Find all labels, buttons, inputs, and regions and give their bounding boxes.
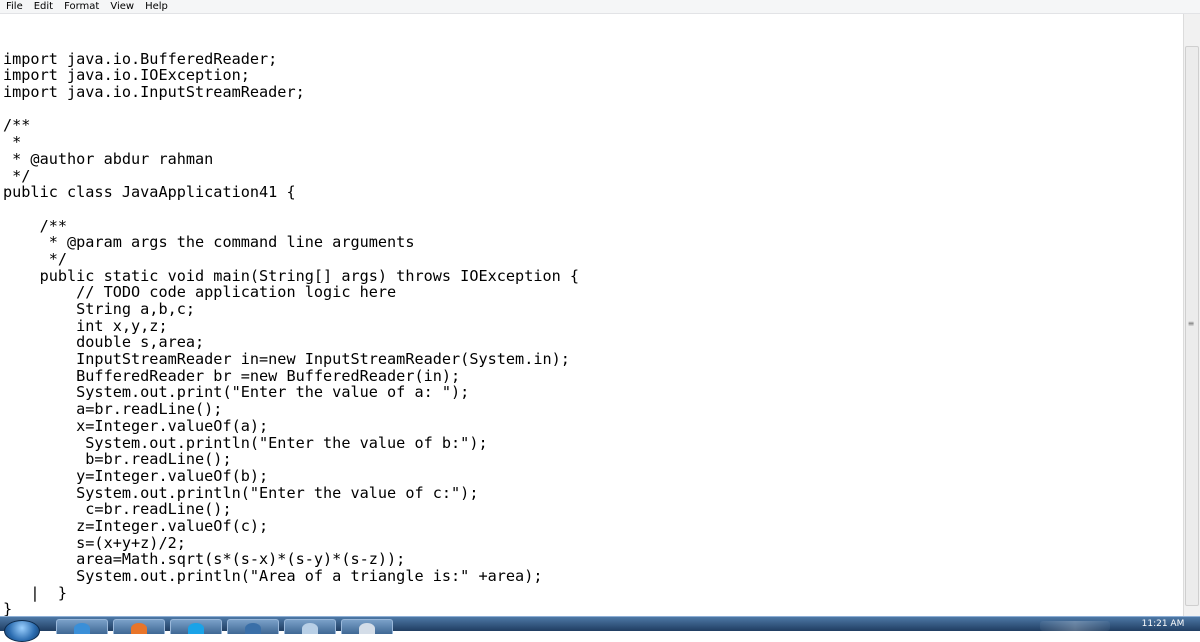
menu-edit[interactable]: Edit xyxy=(28,0,58,13)
code-line: b=br.readLine(); xyxy=(3,450,232,469)
taskbar-button[interactable] xyxy=(113,619,165,634)
start-button[interactable] xyxy=(4,620,40,642)
taskbar-button[interactable] xyxy=(56,619,108,634)
netbeans-icon xyxy=(245,623,261,634)
code-line: */ xyxy=(3,249,68,268)
code-line: * @author abdur rahman xyxy=(3,149,214,168)
menu-view[interactable]: View xyxy=(104,0,139,13)
code-line: } xyxy=(3,600,13,616)
menu-file[interactable]: File xyxy=(0,0,28,13)
code-line: System.out.println("Area of a triangle i… xyxy=(3,567,543,585)
code-line: c=br.readLine(); xyxy=(3,500,232,519)
scroll-grip-icon: ≡ xyxy=(1187,319,1195,328)
taskbar: 11:21 AM xyxy=(0,616,1200,642)
code-line: public static void main(String[] args) t… xyxy=(3,266,580,285)
code-line: z=Integer.valueOf(c); xyxy=(3,516,269,535)
code-line: s=(x+y+z)/2; xyxy=(3,533,186,552)
code-line: BufferedReader br =new BufferedReader(in… xyxy=(3,366,461,385)
code-line: int x,y,z; xyxy=(3,316,168,335)
code-line: * @param args the command line arguments xyxy=(3,233,415,252)
text-editor-area[interactable]: import java.io.BufferedReader; import jav… xyxy=(0,14,1183,616)
code-line: x=Integer.valueOf(a); xyxy=(3,416,269,435)
skype-icon xyxy=(188,623,204,634)
code-line: System.out.print("Enter the value of a: … xyxy=(3,383,470,402)
code-line: public class JavaApplication41 { xyxy=(3,183,296,202)
code-line: System.out.println("Enter the value of c… xyxy=(3,483,479,502)
code-line: import java.io.InputStreamReader; xyxy=(3,83,305,102)
code-line: // TODO code application logic here xyxy=(3,283,397,302)
paint-icon xyxy=(359,623,375,634)
ie-icon xyxy=(74,623,90,634)
code-line: * xyxy=(3,133,22,152)
code-text: import java.io.BufferedReader; import jav… xyxy=(3,34,579,616)
code-line: import java.io.BufferedReader; xyxy=(3,49,278,68)
code-line: InputStreamReader in=new InputStreamRead… xyxy=(3,350,570,369)
menu-format[interactable]: Format xyxy=(58,0,104,13)
clock[interactable]: 11:21 AM xyxy=(1128,617,1198,631)
taskbar-button[interactable] xyxy=(284,619,336,634)
menu-bar: File Edit Format View Help xyxy=(0,0,1200,14)
menu-help[interactable]: Help xyxy=(139,0,173,13)
taskbar-button[interactable] xyxy=(227,619,279,634)
notepad-icon xyxy=(302,623,318,634)
code-line: System.out.println("Enter the value of b… xyxy=(3,433,488,452)
code-line: /** xyxy=(3,116,31,135)
code-line: /** xyxy=(3,216,68,235)
firefox-icon xyxy=(131,623,147,634)
code-line: area=Math.sqrt(s*(s-x)*(s-y)*(s-z)); xyxy=(3,550,406,569)
code-line: double s,area; xyxy=(3,333,205,352)
code-line: y=Integer.valueOf(b); xyxy=(3,466,269,485)
code-line: a=br.readLine(); xyxy=(3,400,223,419)
code-line: | } xyxy=(3,583,68,602)
code-line: String a,b,c; xyxy=(3,300,196,318)
code-line: import java.io.IOException; xyxy=(3,66,250,85)
code-line: */ xyxy=(3,166,31,185)
taskbar-button[interactable] xyxy=(341,619,393,634)
taskbar-button[interactable] xyxy=(170,619,222,634)
